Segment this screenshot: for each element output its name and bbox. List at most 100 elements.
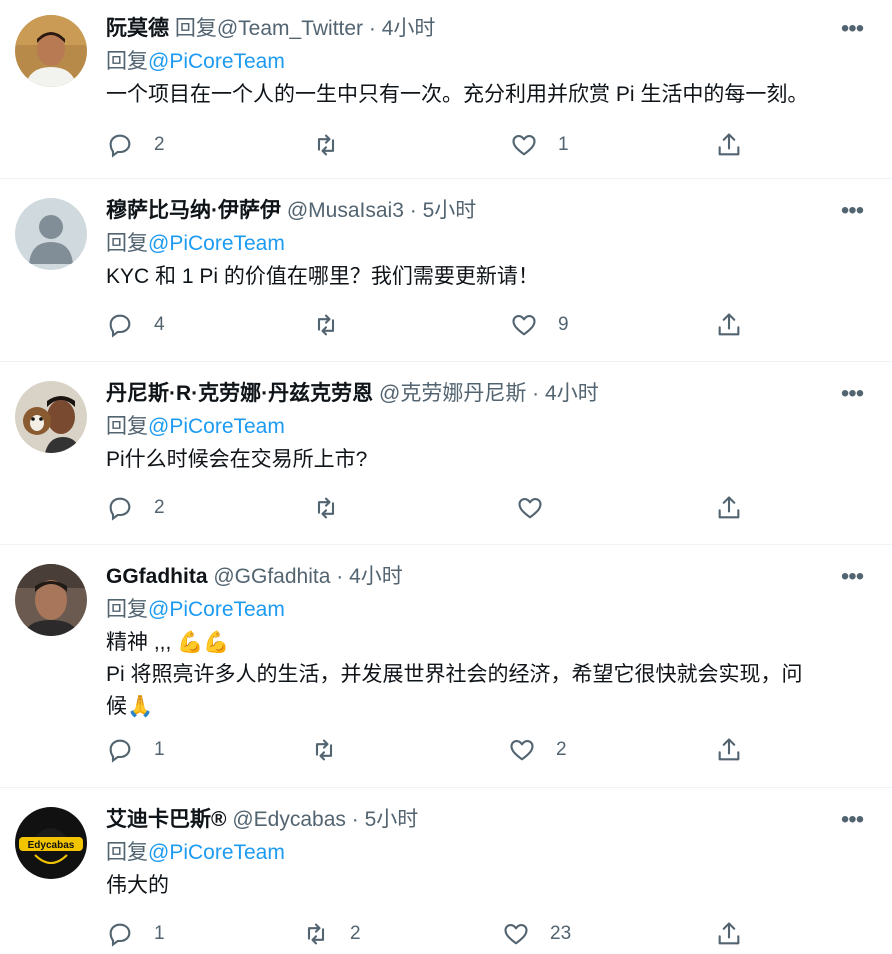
separator-dot: · [336,565,344,588]
reply-button[interactable]: 2 [106,127,165,163]
author-handle[interactable]: @Edycabas [232,808,346,831]
tweet-text-line: Pi什么时候会在交易所上市? [106,448,368,471]
mention-link[interactable]: @PiCoreTeam [148,598,285,621]
reply-prefix: 回复 [106,415,148,438]
share-icon [718,738,740,761]
retweet-button[interactable]: 2 [302,916,361,952]
timestamp[interactable]: 5小时 [423,199,477,222]
like-button[interactable] [516,490,564,526]
reply-icon [109,497,131,521]
share-button[interactable] [715,490,743,526]
avatar[interactable] [15,381,87,453]
tweet-item[interactable]: Edycabas 艾迪卡巴斯® @Edycabas · 5小时 ••• 回复@P… [0,788,892,954]
man-photo-avatar-icon [15,564,87,636]
reply-count: 1 [154,739,165,760]
tweet-actions: 4 9 [106,307,752,343]
replying-to: 回复@PiCoreTeam [106,410,872,444]
timestamp[interactable]: 4小时 [382,17,436,40]
author-handle[interactable]: 回复@Team_Twitter [175,17,363,40]
mention-link[interactable]: @PiCoreTeam [148,50,285,73]
tweet-actions: 2 [106,490,752,526]
author-name[interactable]: 艾迪卡巴斯® [106,808,226,831]
avatar[interactable] [15,564,87,636]
more-options-icon[interactable]: ••• [832,804,872,836]
timestamp[interactable]: 4小时 [349,565,403,588]
more-options-icon[interactable]: ••• [832,195,872,227]
reply-button[interactable]: 4 [106,307,165,343]
more-options-icon[interactable]: ••• [832,561,872,593]
tweet-actions: 1 2 [106,732,752,768]
share-icon [718,922,740,945]
tweet-header: 穆萨比马纳·伊萨伊 @MusaIsai3 · 5小时 [106,195,872,227]
mention-link[interactable]: @PiCoreTeam [148,232,285,255]
heart-icon [512,134,536,156]
separator-dot: · [532,382,540,405]
tweet-body: 穆萨比马纳·伊萨伊 @MusaIsai3 · 5小时 ••• 回复@PiCore… [106,195,872,293]
author-name[interactable]: 穆萨比马纳·伊萨伊 [106,199,281,222]
mention-link[interactable]: @PiCoreTeam [148,841,285,864]
retweet-icon [317,497,335,519]
like-button[interactable]: 9 [510,307,569,343]
heart-icon [518,497,542,519]
avatar[interactable] [15,198,87,270]
tweet-text: 精神 ,,, 💪💪 Pi 将照亮许多人的生活，并发展世界社会的经济，希望它很快就… [106,627,872,723]
retweet-button[interactable] [312,307,360,343]
default-avatar-icon [15,198,87,270]
retweet-icon [315,739,333,761]
retweet-icon [317,314,335,336]
tweet-item[interactable]: 穆萨比马纳·伊萨伊 @MusaIsai3 · 5小时 ••• 回复@PiCore… [0,179,892,362]
replying-to: 回复@PiCoreTeam [106,227,872,261]
share-icon [718,133,740,156]
share-button[interactable] [715,732,743,768]
retweet-icon [307,923,325,945]
reply-button[interactable]: 2 [106,490,165,526]
heart-icon [512,314,536,336]
reply-count: 2 [154,497,165,518]
author-name[interactable]: 阮莫德 [106,17,169,40]
share-button[interactable] [715,127,743,163]
reply-count: 1 [154,923,165,944]
separator-dot: · [351,808,359,831]
like-button[interactable]: 2 [508,732,567,768]
author-name[interactable]: 丹尼斯·R·克劳娜·丹兹克劳恩 [106,382,373,405]
separator-dot: · [409,199,417,222]
tweet-body: 丹尼斯·R·克劳娜·丹兹克劳恩 @克劳娜丹尼斯 · 4小时 ••• 回复@PiC… [106,378,872,476]
more-options-icon[interactable]: ••• [832,378,872,410]
tweet-header: 丹尼斯·R·克劳娜·丹兹克劳恩 @克劳娜丹尼斯 · 4小时 [106,378,872,410]
tweet-actions: 1 2 23 [106,916,752,952]
tweet-item[interactable]: 丹尼斯·R·克劳娜·丹兹克劳恩 @克劳娜丹尼斯 · 4小时 ••• 回复@PiC… [0,362,892,545]
tweet-text-line: 候🙏 [106,695,154,718]
timestamp[interactable]: 5小时 [365,808,419,831]
retweet-icon [317,134,335,156]
tweet-item[interactable]: 阮莫德 回复@Team_Twitter · 4小时 ••• 回复@PiCoreT… [0,0,892,179]
avatar[interactable] [15,15,87,87]
retweet-button[interactable] [310,732,358,768]
person-with-dog-avatar-icon [15,381,87,453]
reply-button[interactable]: 1 [106,916,165,952]
like-button[interactable]: 23 [502,916,571,952]
retweet-button[interactable] [312,490,360,526]
author-handle[interactable]: @GGfadhita [213,565,330,588]
mention-link[interactable]: @PiCoreTeam [148,415,285,438]
share-button[interactable] [715,307,743,343]
like-button[interactable]: 1 [510,127,569,163]
author-handle[interactable]: @克劳娜丹尼斯 [379,382,526,405]
reply-button[interactable]: 1 [106,732,165,768]
timestamp[interactable]: 4小时 [545,382,599,405]
share-button[interactable] [715,916,743,952]
author-name[interactable]: GGfadhita [106,565,208,588]
tweet-text-line: Pi 将照亮许多人的生活，并发展世界社会的经济，希望它很快就会实现，问 [106,663,803,686]
author-handle[interactable]: @MusaIsai3 [287,199,404,222]
edycabas-logo-avatar-icon: Edycabas [15,807,87,879]
avatar[interactable]: Edycabas [15,807,87,879]
reply-feed: 阮莫德 回复@Team_Twitter · 4小时 ••• 回复@PiCoreT… [0,0,892,954]
retweet-button[interactable] [312,127,360,163]
more-options-icon[interactable]: ••• [832,13,872,45]
tweet-text: 伟大的 [106,870,872,902]
tweet-item[interactable]: GGfadhita @GGfadhita · 4小时 ••• 回复@PiCore… [0,545,892,788]
share-icon [718,313,740,336]
separator-dot: · [368,17,376,40]
man-photo-avatar-icon [15,15,87,87]
tweet-text: 一个项目在一个人的一生中只有一次。充分利用并欣赏 Pi 生活中的每一刻。 [106,79,872,111]
tweet-text-line: 精神 ,,, 💪💪 [106,631,230,654]
